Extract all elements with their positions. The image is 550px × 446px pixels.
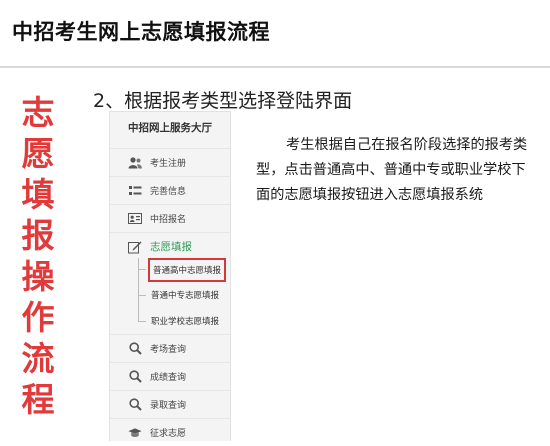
search-icon: [128, 342, 142, 356]
graduation-cap-icon: [128, 426, 142, 440]
submenu-tree-line: [138, 258, 139, 322]
side-title-char: 流: [21, 339, 55, 378]
menu-item-label: 完善信息: [150, 187, 187, 197]
menu-item-solicit-volunteer[interactable]: 征求志愿: [110, 418, 230, 446]
menu-item-label: 志愿填报: [150, 241, 192, 253]
list-icon: [128, 184, 142, 198]
menu-item-label: 征求志愿: [150, 429, 187, 439]
side-title-char: 志: [21, 93, 55, 132]
submenu-general-secondary-vocational[interactable]: 普通中专志愿填报: [148, 285, 222, 305]
search-icon: [128, 370, 142, 384]
menu-item-label: 录取查询: [150, 401, 187, 411]
menu-item-exam-room-query[interactable]: 考场查询: [110, 334, 230, 362]
menu-item-complete-info[interactable]: 完善信息: [110, 176, 230, 204]
submenu-label: 职业学校志愿填报: [151, 317, 220, 327]
menu-item-register[interactable]: 考生注册: [110, 148, 230, 176]
side-title-char: 程: [21, 380, 55, 419]
side-title-char: 填: [21, 175, 55, 214]
menu-item-label: 考生注册: [150, 159, 187, 169]
menu-item-label: 考场查询: [150, 345, 187, 355]
submenu-label: 普通中专志愿填报: [151, 291, 220, 301]
submenu-connector: [138, 269, 146, 270]
side-title-char: 操: [21, 257, 55, 296]
menu-item-enrollment[interactable]: 中招报名: [110, 204, 230, 232]
submenu-label: 普通高中志愿填报: [153, 266, 222, 276]
submenu-connector: [138, 295, 146, 296]
vertical-side-title: 志 愿 填 报 操 作 流 程: [18, 92, 58, 420]
submenu-connector: [138, 321, 146, 322]
id-card-icon: [128, 212, 142, 226]
menu-item-admission-query[interactable]: 录取查询: [110, 390, 230, 418]
service-hall-menu: 中招网上服务大厅 考生注册 完善信息 中招报名 志愿填报 普通高中志愿填报 普通…: [109, 111, 231, 441]
step-heading: 2、根据报考类型选择登陆界面: [93, 90, 353, 112]
menu-item-volunteer-fill[interactable]: 志愿填报: [110, 232, 230, 260]
menu-item-score-query[interactable]: 成绩查询: [110, 362, 230, 390]
submenu-general-high-school[interactable]: 普通高中志愿填报: [148, 258, 227, 282]
page-header: 中招考生网上志愿填报流程: [0, 0, 550, 68]
submenu-vocational-school[interactable]: 职业学校志愿填报: [148, 311, 222, 331]
users-icon: [128, 156, 142, 170]
side-title-char: 愿: [21, 134, 55, 173]
edit-icon: [128, 240, 142, 254]
search-icon: [128, 398, 142, 412]
side-title-char: 作: [21, 298, 55, 337]
menu-item-label: 成绩查询: [150, 373, 187, 383]
menu-title: 中招网上服务大厅: [128, 122, 212, 134]
side-title-char: 报: [21, 216, 55, 255]
menu-item-label: 中招报名: [150, 215, 187, 225]
page-title: 中招考生网上志愿填报流程: [12, 20, 270, 44]
instruction-text: 考生根据自己在报名阶段选择的报考类型，点击普通高中、普通中专或职业学校下面的志愿…: [256, 137, 528, 203]
